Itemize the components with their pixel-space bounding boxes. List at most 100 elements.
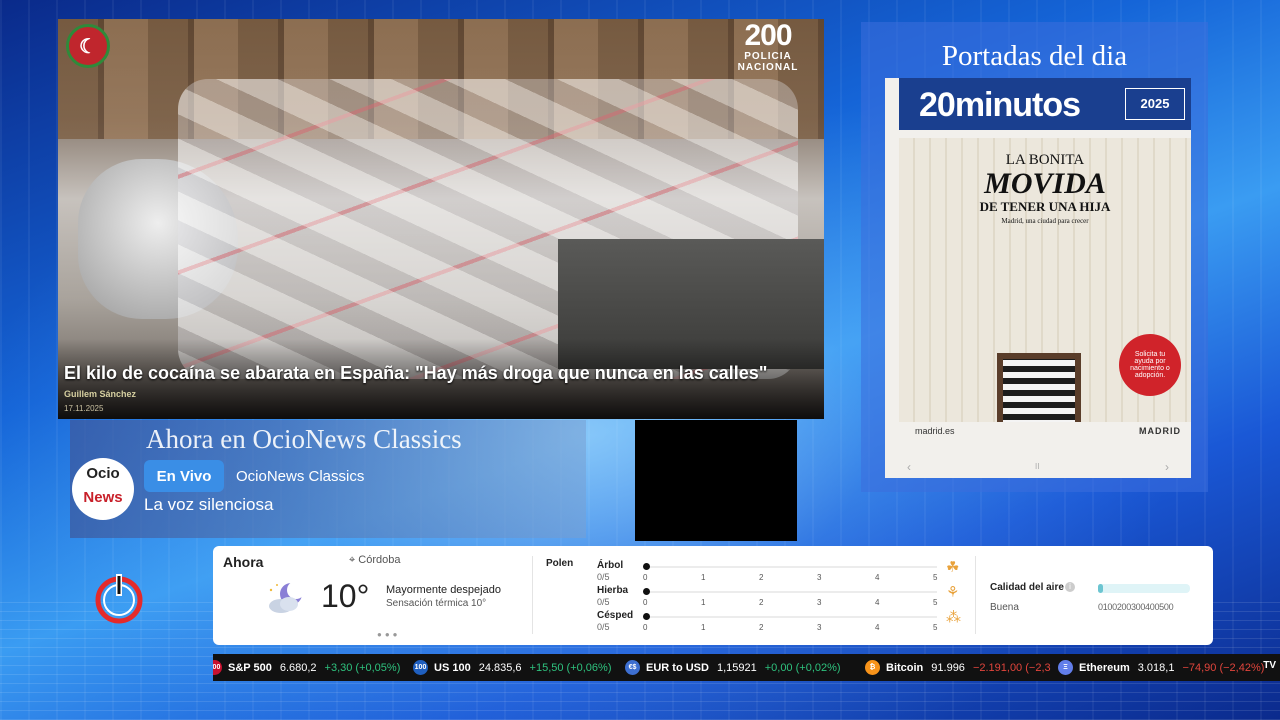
power-icon[interactable] <box>92 572 146 626</box>
newspaper-cover-image: LA BONITA MOVIDA DE TENER UNA HIJA Madri… <box>899 138 1191 438</box>
air-quality-bar <box>1098 584 1190 593</box>
now-playing-title: Ahora en OcioNews Classics <box>146 424 462 454</box>
ticker-badge-icon: 100 <box>413 660 428 675</box>
pollen-row: Árbol 0/5 0 1 2 3 4 5 ☘ <box>597 559 959 584</box>
pollen-scale-tick: 4 <box>875 598 880 607</box>
pollen-row: Hierba 0/5 0 1 2 3 4 5 ⚘ <box>597 584 959 609</box>
info-icon[interactable]: i <box>1065 582 1075 592</box>
pollen-scale-tick: 4 <box>875 573 880 582</box>
ticker-change: +0,00 (+0,02%) <box>764 661 841 674</box>
policia-nacional-watermark: 200 POLICIA NACIONAL <box>720 19 816 74</box>
grass-icon: ⚘ <box>946 584 960 601</box>
cover-headline-line-4: Madrid, una ciudad para crecer <box>1001 217 1089 225</box>
ticker-change: −74,90 (−2,42%) <box>1182 661 1265 674</box>
market-ticker: 500 S&P 500 6.680,2 +3,30 (+0,05%) 100 US 100… <box>213 654 1280 681</box>
pollen-track <box>645 591 937 593</box>
weather-temperature: 10° <box>321 578 370 614</box>
weather-page-dots[interactable]: ●●● <box>377 630 401 639</box>
pollen-scale-tick: 0 <box>643 623 648 632</box>
news-date: 17.11.2025 <box>64 404 104 413</box>
newspaper-year-badge: 2025 <box>1125 88 1185 120</box>
program-name: La voz silenciosa <box>144 495 274 514</box>
pollen-scale-tick: 4 <box>875 623 880 632</box>
logo-text-bottom: News <box>83 489 123 506</box>
weather-now-label: Ahora <box>223 554 264 570</box>
tradingview-logo[interactable]: TV <box>1263 660 1276 671</box>
pollen-label: Polen <box>546 558 574 569</box>
ticker-change: +15,50 (+0,06%) <box>529 661 612 674</box>
secondary-video-player[interactable] <box>635 420 797 541</box>
ticker-item[interactable]: 500 S&P 500 6.680,2 +3,30 (+0,05%) <box>213 654 400 681</box>
now-playing-panel: Ahora en OcioNews Classics Ocio News En … <box>70 420 586 538</box>
weather-location-name: Córdoba <box>358 554 401 566</box>
pollen-scale-tick: 2 <box>759 573 764 582</box>
weather-feels-like: Sensación térmica 10° <box>386 598 487 609</box>
partly-cloudy-night-icon <box>269 581 305 613</box>
pollen-track <box>645 616 937 618</box>
pollen-scale-tick: 5 <box>933 623 938 632</box>
pollen-level-marker <box>643 563 650 570</box>
pollen-scale-tick: 3 <box>817 573 822 582</box>
ticker-item[interactable]: Ξ Ethereum 3.018,1 −74,90 (−2,42%) <box>1058 654 1264 681</box>
pollen-name: Césped <box>597 610 634 621</box>
customs-emblem-icon: ☾ <box>66 24 110 68</box>
newspaper-cover[interactable]: 20minutos 2025 LA BONITA MOVIDA DE TENER… <box>885 78 1191 478</box>
pollen-scale-tick: 3 <box>817 623 822 632</box>
air-quality-bar-fill <box>1098 584 1103 593</box>
lawn-icon: ⁂ <box>946 609 961 626</box>
cover-baby-photo <box>969 258 1109 438</box>
ticker-symbol: Bitcoin <box>886 661 924 674</box>
live-button[interactable]: En Vivo <box>144 460 224 492</box>
ticker-item[interactable]: 100 US 100 24.835,6 +15,50 (+0,06%) <box>413 654 611 681</box>
air-quality-scale: 0100200300400500 <box>1098 602 1174 612</box>
pollen-level-marker <box>643 613 650 620</box>
pollen-row: Césped 0/5 0 1 2 3 4 5 ⁂ <box>597 609 961 634</box>
pollen-scale-tick: 0 <box>643 598 648 607</box>
news-headline[interactable]: El kilo de cocaína se abarata en España:… <box>64 363 767 384</box>
weather-location[interactable]: ⌖ Córdoba <box>349 554 400 567</box>
watermark-name: POLICIA NACIONAL <box>737 51 799 73</box>
pollen-scale-tick: 1 <box>701 573 706 582</box>
pollen-track <box>645 566 937 568</box>
cover-footer-url: madrid.es <box>915 426 955 436</box>
ticker-price: 6.680,2 <box>279 661 317 674</box>
ticker-item[interactable]: €$ EUR to USD 1,15921 +0,00 (+0,02%) <box>625 654 841 681</box>
cover-headline: LA BONITA MOVIDA DE TENER UNA HIJA Madri… <box>899 152 1191 225</box>
newspaper-masthead: 20minutos 2025 <box>899 78 1191 130</box>
ticker-price: 1,15921 <box>716 661 757 674</box>
ticker-badge-icon: €$ <box>625 660 640 675</box>
channel-name: OcioNews Classics <box>236 468 365 485</box>
ticker-symbol: Ethereum <box>1079 661 1130 674</box>
cover-promo-badge: Solicita tu ayuda por nacimiento o adopc… <box>1119 334 1181 396</box>
cover-footer: madrid.es MADRID <box>899 422 1191 442</box>
weather-divider <box>532 556 533 634</box>
pollen-name: Hierba <box>597 585 629 596</box>
next-cover-button[interactable]: › <box>1165 460 1169 474</box>
weather-divider <box>975 556 976 634</box>
pollen-value: 0/5 <box>597 597 610 607</box>
pollen-name: Árbol <box>597 560 624 571</box>
pollen-scale-tick: 0 <box>643 573 648 582</box>
cover-headline-line-3: DE TENER UNA HIJA <box>979 199 1111 214</box>
ticker-badge-icon: Ξ <box>1058 660 1073 675</box>
tree-icon: ☘ <box>946 559 960 576</box>
pollen-scale-tick: 1 <box>701 598 706 607</box>
ocionews-logo: Ocio News <box>72 458 134 520</box>
watermark-number: 200 <box>744 19 792 52</box>
cover-footer-brand: MADRID <box>1139 426 1181 436</box>
pollen-level-marker <box>643 588 650 595</box>
ticker-item[interactable]: ₿ Bitcoin 91.996 −2.191,00 (−2,3 <box>865 654 1051 681</box>
ticker-symbol: S&P 500 <box>228 661 272 674</box>
pollen-value: 0/5 <box>597 622 610 632</box>
air-quality-level: Buena <box>990 602 1019 613</box>
news-author: Guillem Sánchez <box>64 389 137 399</box>
pause-carousel-button[interactable]: II <box>1035 462 1039 471</box>
ticker-price: 24.835,6 <box>478 661 522 674</box>
news-video-player[interactable]: ☾ 200 POLICIA NACIONAL El kilo de cocaín… <box>58 19 824 419</box>
pollen-scale-tick: 3 <box>817 598 822 607</box>
ticker-symbol: EUR to USD <box>646 661 709 674</box>
ticker-change: −2.191,00 (−2,3 <box>972 661 1051 674</box>
ticker-change: +3,30 (+0,05%) <box>324 661 401 674</box>
cover-carousel-nav: ‹ II › <box>885 458 1191 478</box>
prev-cover-button[interactable]: ‹ <box>907 460 911 474</box>
